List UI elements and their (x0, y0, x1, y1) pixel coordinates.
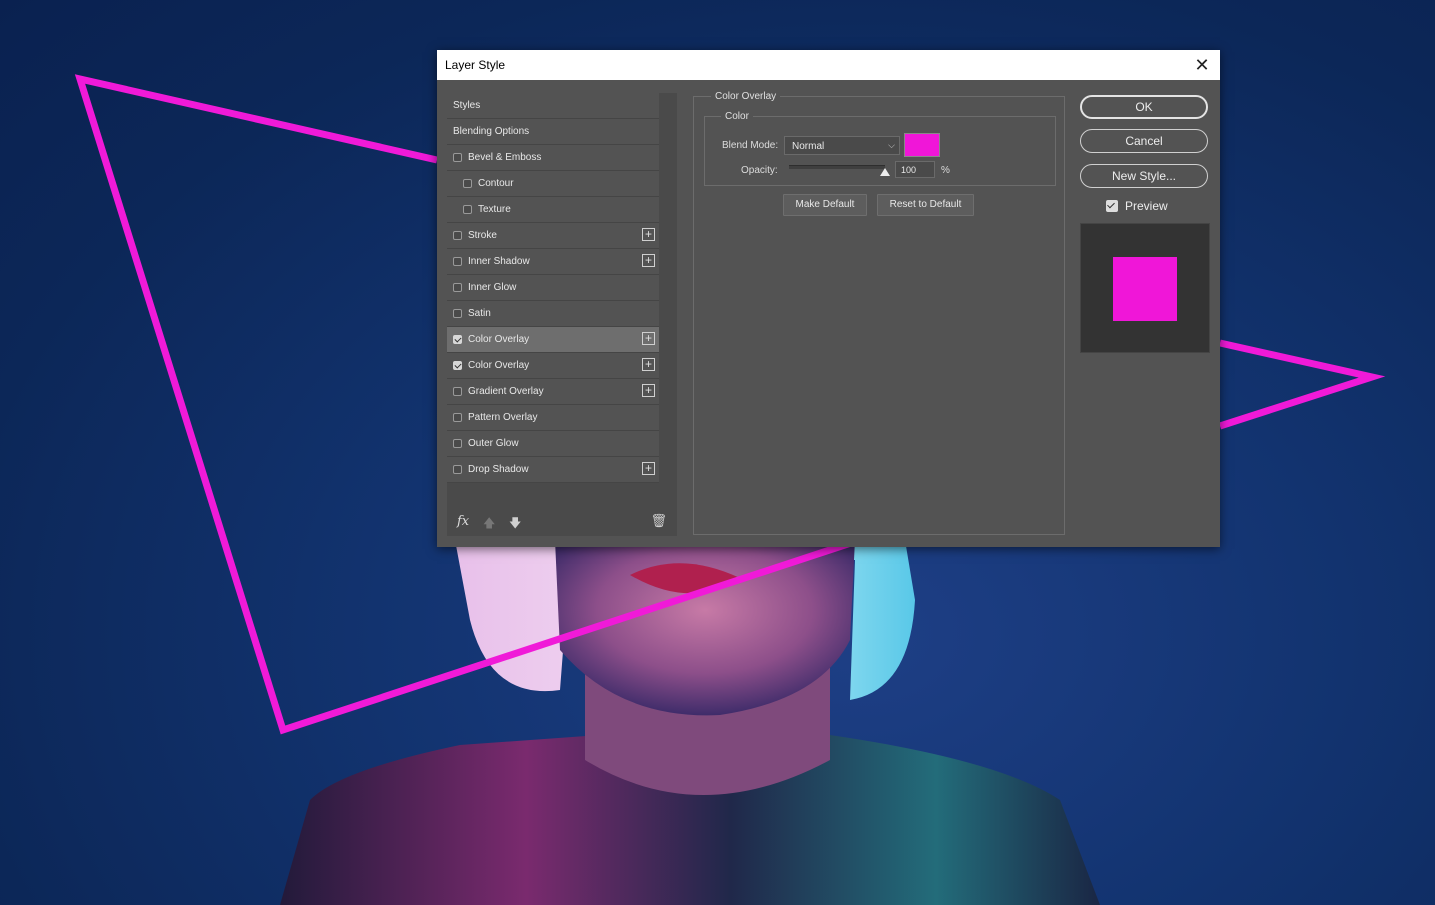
style-item-label: Color Overlay (468, 360, 530, 371)
style-checkbox[interactable] (453, 309, 462, 318)
section-title: Color Overlay (711, 91, 781, 102)
style-item-label: Styles (453, 100, 481, 111)
style-item[interactable]: Color Overlay + (447, 353, 659, 379)
make-default-button[interactable]: Make Default (783, 194, 867, 216)
add-style-icon[interactable]: + (642, 228, 655, 241)
color-swatch[interactable] (904, 133, 940, 157)
add-style-icon[interactable]: + (642, 384, 655, 397)
trash-icon[interactable]: 🗑 (650, 513, 667, 529)
blend-mode-select[interactable]: Normal ⌵ (784, 136, 900, 155)
style-checkbox[interactable] (463, 179, 472, 188)
style-checkbox[interactable] (463, 205, 472, 214)
opacity-slider[interactable] (789, 165, 885, 169)
style-item[interactable]: Outer Glow (447, 431, 659, 457)
add-style-icon[interactable]: + (642, 254, 655, 267)
style-item[interactable]: Stroke + (447, 223, 659, 249)
style-item-label: Gradient Overlay (468, 386, 544, 397)
layer-style-dialog: Layer Style ✕ Styles Blending Options Beve… (437, 50, 1220, 547)
style-item[interactable]: Color Overlay + (447, 327, 659, 353)
dialog-title: Layer Style (445, 58, 506, 72)
style-checkbox[interactable] (453, 465, 462, 474)
preview-thumbnail (1080, 223, 1210, 353)
opacity-slider-thumb[interactable] (880, 168, 890, 176)
style-item[interactable]: Texture (447, 197, 659, 223)
styles-list: Styles Blending Options Bevel & Emboss Cont… (447, 93, 659, 483)
triangle-right-edge (1218, 339, 1386, 430)
add-style-icon[interactable]: + (642, 358, 655, 371)
opacity-unit: % (941, 165, 950, 176)
style-item-label: Inner Shadow (468, 256, 530, 267)
dialog-titlebar: Layer Style ✕ (437, 50, 1220, 80)
style-checkbox[interactable] (453, 387, 462, 396)
style-item-label: Color Overlay (468, 334, 530, 345)
preview-checkbox[interactable] (1106, 200, 1118, 212)
arrow-up-icon[interactable]: 🡅 (483, 514, 495, 535)
style-item-label: Bevel & Emboss (468, 152, 542, 163)
style-item[interactable]: Blending Options (447, 119, 659, 145)
preview-swatch (1113, 257, 1177, 321)
style-item-label: Inner Glow (468, 282, 517, 293)
fx-button[interactable]: fx (457, 514, 469, 529)
opacity-input[interactable]: 100 (895, 161, 935, 178)
arrow-down-icon[interactable]: 🡇 (509, 514, 521, 535)
blend-mode-label: Blend Mode: (722, 140, 779, 151)
style-checkbox[interactable] (453, 335, 462, 344)
styles-footer: fx 🡅 🡇 🗑 (447, 508, 677, 536)
style-item-label: Pattern Overlay (468, 412, 538, 423)
style-checkbox[interactable] (453, 439, 462, 448)
new-style-button[interactable]: New Style... (1080, 164, 1208, 188)
style-item[interactable]: Inner Shadow + (447, 249, 659, 275)
style-item-label: Contour (478, 178, 514, 189)
style-item[interactable]: Inner Glow (447, 275, 659, 301)
opacity-label: Opacity: (741, 165, 778, 176)
style-item[interactable]: Gradient Overlay + (447, 379, 659, 405)
add-style-icon[interactable]: + (642, 332, 655, 345)
style-item[interactable]: Drop Shadow + (447, 457, 659, 483)
style-item-label: Blending Options (453, 126, 530, 137)
group-title: Color (721, 111, 753, 122)
color-overlay-panel: Color Overlay Color Blend Mode: Normal ⌵… (693, 91, 1065, 535)
blend-mode-value: Normal (792, 141, 825, 152)
style-item[interactable]: Styles (447, 93, 659, 119)
style-item-label: Stroke (468, 230, 497, 241)
style-checkbox[interactable] (453, 231, 462, 240)
style-checkbox[interactable] (453, 257, 462, 266)
reset-to-default-button[interactable]: Reset to Default (877, 194, 974, 216)
styles-panel: Styles Blending Options Bevel & Emboss Cont… (447, 93, 677, 536)
style-checkbox[interactable] (453, 153, 462, 162)
add-style-icon[interactable]: + (642, 462, 655, 475)
styles-scrollbar[interactable] (663, 93, 675, 508)
style-checkbox[interactable] (453, 361, 462, 370)
style-checkbox[interactable] (453, 283, 462, 292)
style-item-label: Satin (468, 308, 491, 319)
color-group: Color Blend Mode: Normal ⌵ Opacity: 100 … (704, 111, 1056, 186)
style-item-label: Drop Shadow (468, 464, 529, 475)
preview-label: Preview (1125, 199, 1168, 213)
chevron-down-icon: ⌵ (888, 140, 895, 150)
style-item[interactable]: Contour (447, 171, 659, 197)
close-icon[interactable]: ✕ (1192, 55, 1212, 75)
style-item-label: Texture (478, 204, 511, 215)
style-item-label: Outer Glow (468, 438, 519, 449)
style-item[interactable]: Pattern Overlay (447, 405, 659, 431)
style-item[interactable]: Satin (447, 301, 659, 327)
style-checkbox[interactable] (453, 413, 462, 422)
style-item[interactable]: Bevel & Emboss (447, 145, 659, 171)
ok-button[interactable]: OK (1080, 95, 1208, 119)
cancel-button[interactable]: Cancel (1080, 129, 1208, 153)
